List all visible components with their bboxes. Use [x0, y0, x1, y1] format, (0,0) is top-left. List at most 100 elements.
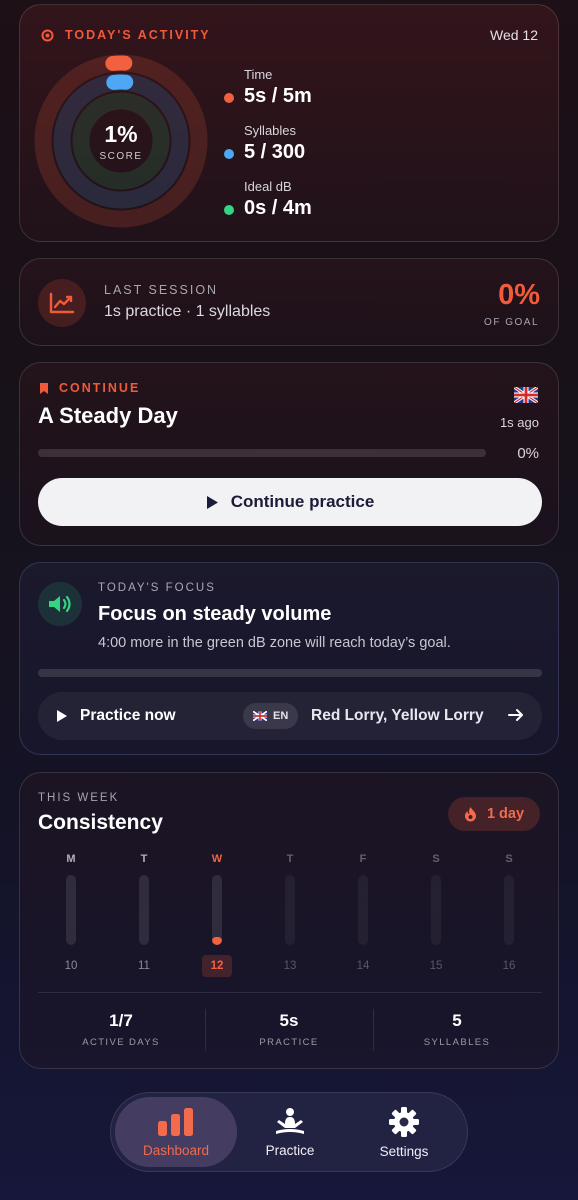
day-number: 13: [283, 960, 297, 972]
day-bar: [504, 875, 514, 945]
metric-label: Time: [244, 67, 273, 82]
flame-icon: [464, 807, 476, 822]
last-session-label: LAST SESSION: [104, 283, 219, 297]
lesson-title: A Steady Day: [38, 403, 178, 428]
day-letter: T: [286, 853, 294, 865]
day-number: 16: [502, 960, 516, 972]
continue-label: CONTINUE: [59, 381, 141, 395]
nav-label: Settings: [379, 1143, 429, 1159]
time-ago: 1s ago: [499, 415, 539, 430]
nav-settings[interactable]: Settings: [343, 1097, 465, 1167]
day-number: 11: [138, 960, 150, 972]
play-icon: [57, 710, 67, 722]
stat-label: PRACTICE: [259, 1037, 319, 1048]
trend-icon-badge: [38, 279, 86, 327]
focus-title: Focus on steady volume: [98, 603, 332, 625]
nav-label: Dashboard: [142, 1142, 210, 1158]
bottom-nav: Dashboard Practice Settings: [110, 1092, 468, 1172]
score-label: SCORE: [99, 150, 143, 162]
focus-label: TODAY'S FOCUS: [98, 582, 216, 594]
score-value: 1%: [104, 120, 138, 147]
arrow-right-icon: [508, 709, 523, 721]
play-icon: [206, 495, 218, 509]
time-dot: [224, 93, 234, 103]
practice-now-button[interactable]: Practice now: [56, 707, 176, 725]
todays-focus-card: TODAY'S FOCUS Focus on steady volume 4:0…: [19, 562, 559, 755]
day-number: 15: [429, 960, 443, 972]
stat-value: 5s: [279, 1011, 299, 1030]
nav-dashboard[interactable]: Dashboard: [115, 1097, 237, 1167]
day-letter: F: [359, 853, 367, 865]
metric-label: Ideal dB: [244, 179, 292, 194]
day-number: 12: [202, 955, 232, 977]
focus-progress-bar: [38, 669, 542, 677]
stats-divider: [38, 992, 542, 993]
day-bar-fill: [212, 937, 222, 945]
continue-practice-label: Continue practice: [230, 492, 375, 511]
stat-practice: 5s PRACTICE: [205, 1011, 373, 1048]
activity-header: TODAY'S ACTIVITY: [41, 28, 211, 42]
last-session-summary: 1s practice · 1 syllables: [104, 303, 271, 320]
streak-badge: 1 day: [448, 797, 540, 831]
continue-header: CONTINUE: [39, 381, 140, 395]
metric-value: 0s / 4m: [244, 197, 312, 219]
stat-active-days: 1/7 ACTIVE DAYS: [37, 1011, 205, 1048]
ideal-db-dot: [224, 205, 234, 215]
stat-label: ACTIVE DAYS: [82, 1037, 160, 1048]
syllables-dot: [224, 149, 234, 159]
day-number: 10: [64, 960, 78, 972]
activity-title: TODAY'S ACTIVITY: [65, 28, 211, 42]
day-bar: [212, 875, 222, 945]
day-bar: [431, 875, 441, 945]
continue-card: CONTINUE A Steady Day 1s ago 0% Continue…: [19, 362, 559, 546]
stat-value: 5: [452, 1011, 462, 1030]
score-display: 1% SCORE: [33, 53, 209, 229]
last-session-card[interactable]: LAST SESSION 1s practice · 1 syllables 0…: [19, 258, 559, 346]
language-code: EN: [273, 710, 289, 722]
trend-up-icon: [49, 292, 75, 314]
volume-icon: [49, 595, 71, 613]
todays-activity-card: TODAY'S ACTIVITY Wed 12 1% SCORE Time 5s…: [19, 4, 559, 242]
uk-flag-icon: [253, 711, 267, 721]
stat-syllables: 5 SYLLABLES: [373, 1011, 541, 1048]
day-letter: S: [505, 853, 513, 865]
lesson-progress-bar: [38, 449, 486, 457]
target-icon: [41, 29, 54, 41]
continue-practice-button[interactable]: Continue practice: [38, 478, 542, 526]
uk-flag-icon: [514, 387, 538, 403]
gear-icon: [389, 1106, 419, 1137]
stat-label: SYLLABLES: [423, 1037, 491, 1048]
day-bar: [139, 875, 149, 945]
practice-now-row[interactable]: Practice now EN Red Lorry, Yellow Lorry: [38, 692, 542, 740]
day-letter: W: [211, 853, 223, 865]
nav-label: Practice: [265, 1142, 315, 1158]
day-letter: M: [66, 853, 76, 865]
tongue-twister-title: Red Lorry, Yellow Lorry: [311, 707, 484, 724]
goal-label: OF GOAL: [484, 317, 539, 328]
metric-label: Syllables: [244, 123, 297, 138]
day-bar: [285, 875, 295, 945]
week-title: Consistency: [38, 811, 163, 834]
weekly-consistency-card: THIS WEEK Consistency 1 day M 10 T 11 W 12 T 13…: [19, 772, 559, 1069]
bar-chart-icon: [158, 1107, 193, 1136]
lesson-progress-percent: 0%: [517, 445, 539, 462]
meditation-icon: [276, 1107, 304, 1134]
streak-text: 1 day: [486, 806, 525, 822]
metric-value: 5 / 300: [244, 141, 306, 163]
stat-value: 1/7: [109, 1011, 133, 1030]
volume-icon-badge: [38, 582, 82, 626]
day-number: 14: [356, 960, 370, 972]
bookmark-icon: [40, 382, 48, 394]
practice-now-label: Practice now: [80, 707, 176, 724]
activity-date: Wed 12: [490, 27, 538, 43]
metric-value: 5s / 5m: [244, 85, 312, 107]
goal-percent: 0%: [498, 279, 540, 311]
week-label: THIS WEEK: [38, 792, 120, 804]
day-letter: T: [140, 853, 148, 865]
day-letter: S: [432, 853, 440, 865]
nav-practice[interactable]: Practice: [229, 1097, 351, 1167]
day-bar: [66, 875, 76, 945]
language-chip: EN: [243, 703, 299, 729]
focus-description: 4:00 more in the green dB zone will reac…: [98, 635, 451, 651]
day-bar: [358, 875, 368, 945]
